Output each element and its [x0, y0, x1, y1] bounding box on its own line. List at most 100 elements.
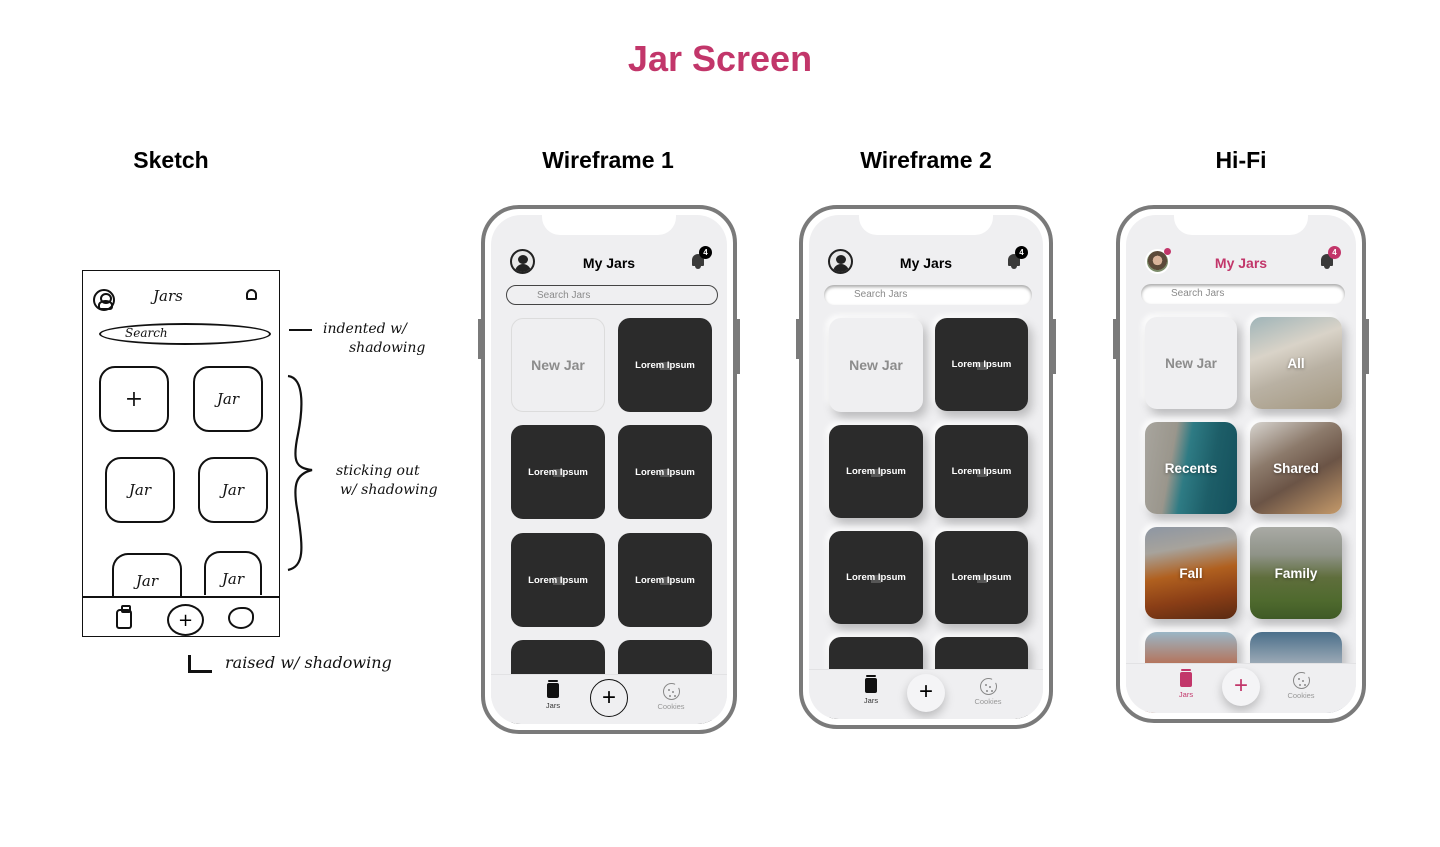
jar-card[interactable]: Lorem Ipsum: [511, 425, 605, 519]
column-title-wireframe-1: Wireframe 1: [542, 147, 674, 173]
jar-card-recents[interactable]: Recents: [1145, 422, 1237, 514]
header: My Jars 4: [1126, 246, 1356, 277]
jar-label: Shared: [1273, 460, 1319, 476]
jar-label: Family: [1274, 565, 1318, 581]
jar-card-all[interactable]: All: [1250, 317, 1342, 409]
sketch-annotation-line: [188, 655, 212, 673]
column-title-sketch: Sketch: [133, 147, 209, 173]
tab-label: Jars: [545, 701, 561, 710]
jar-icon: [547, 680, 559, 698]
jar-card[interactable]: Lorem Ipsum: [935, 531, 1028, 624]
jar-card[interactable]: Lorem Ipsum: [829, 425, 923, 518]
jar-card[interactable]: Lorem Ipsum: [829, 531, 923, 624]
jar-label: Lorem Ipsum: [951, 359, 1012, 370]
jar-label: Recents: [1164, 460, 1218, 476]
header: My Jars 4: [809, 246, 1043, 277]
column-title-hifi: Hi-Fi: [1215, 147, 1267, 173]
sketch-tabbar-divider: [83, 596, 279, 598]
sketch-avatar-icon: [93, 289, 115, 311]
tab-bar: Jars + Cookies: [491, 674, 727, 724]
notification-badge: 4: [1328, 246, 1341, 259]
notch: [859, 215, 993, 235]
sketch-jar-card: Jar: [105, 457, 175, 523]
side-button: [796, 319, 799, 359]
sketch-phone: Jars Search + Jar Jar Jar Jar Jar +: [82, 270, 280, 637]
jar-label: Lorem Ipsum: [635, 359, 695, 371]
tab-label: Cookies: [974, 697, 1002, 706]
search-input[interactable]: Search Jars: [1141, 284, 1345, 304]
jar-label: Fall: [1179, 565, 1203, 581]
tab-bar: Jars + Cookies: [809, 669, 1043, 719]
sketch-brace-icon: [287, 374, 313, 572]
add-jar-button[interactable]: +: [907, 674, 945, 712]
search-input[interactable]: Search Jars: [824, 285, 1032, 305]
sketch-new-jar-card: +: [99, 366, 169, 432]
jar-label: Lorem Ipsum: [846, 466, 906, 477]
side-button: [1113, 319, 1116, 359]
sketch-note-cards: sticking out w/ shadowing: [336, 462, 438, 500]
jar-card[interactable]: Lorem Ipsum: [618, 318, 712, 412]
notch: [542, 215, 676, 235]
sketch-jar-card: Jar: [204, 551, 262, 595]
tab-jars[interactable]: Jars: [533, 680, 573, 710]
sketch-note-line: sticking out: [336, 463, 420, 479]
jar-card[interactable]: Lorem Ipsum: [935, 425, 1028, 518]
jar-card-fall[interactable]: Fall: [1145, 527, 1237, 619]
side-button: [478, 319, 481, 359]
sketch-jar-icon: [116, 605, 132, 629]
tab-jars[interactable]: Jars: [1166, 669, 1206, 699]
sketch-cookie-icon: [228, 607, 254, 629]
sketch-bell-icon: [246, 289, 257, 300]
side-button: [1053, 319, 1056, 374]
sketch-note-line: indented w/: [323, 321, 407, 337]
tab-label: Cookies: [1287, 691, 1315, 700]
add-jar-button[interactable]: +: [1222, 668, 1260, 706]
jar-card[interactable]: Lorem Ipsum: [935, 318, 1028, 411]
jar-card-shared[interactable]: Shared: [1250, 422, 1342, 514]
sketch-header-title: Jars: [153, 287, 183, 305]
sketch-note-search: indented w/ shadowing: [323, 320, 425, 358]
new-jar-label: New Jar: [849, 357, 903, 373]
side-button: [737, 319, 740, 374]
screen: My Jars 4 Search Jars New Jar Lorem Ipsu…: [809, 215, 1043, 719]
add-jar-button[interactable]: +: [590, 679, 628, 717]
new-jar-card[interactable]: New Jar: [511, 318, 605, 412]
screen: My Jars 4 Search Jars New Jar Lorem Ipsu…: [491, 215, 727, 724]
notification-badge: 4: [699, 246, 712, 259]
side-button: [1366, 319, 1369, 374]
new-jar-label: New Jar: [531, 357, 585, 373]
new-jar-label: New Jar: [1165, 355, 1217, 371]
status-dot: [1164, 248, 1171, 255]
column-title-wireframe-2: Wireframe 2: [860, 147, 992, 173]
jar-card[interactable]: Lorem Ipsum: [618, 533, 712, 627]
sketch-note-nav: raised w/ shadowing: [225, 653, 392, 672]
new-jar-card[interactable]: New Jar: [829, 318, 923, 412]
page-title: Jar Screen: [627, 38, 813, 79]
tab-cookies[interactable]: Cookies: [968, 677, 1008, 706]
jar-card[interactable]: Lorem Ipsum: [618, 425, 712, 519]
jar-label: Lorem Ipsum: [528, 574, 588, 586]
tab-cookies[interactable]: Cookies: [1281, 671, 1321, 700]
tab-jars[interactable]: Jars: [851, 675, 891, 705]
jar-label: Lorem Ipsum: [635, 466, 695, 478]
jar-card[interactable]: Lorem Ipsum: [511, 533, 605, 627]
jar-card-family[interactable]: Family: [1250, 527, 1342, 619]
jar-label: Lorem Ipsum: [846, 572, 906, 583]
tab-bar: Jars + Cookies: [1126, 663, 1356, 713]
hifi-phone: My Jars 4 Search Jars New Jar All Recent…: [1113, 205, 1369, 723]
header: My Jars 4: [491, 246, 727, 277]
new-jar-card[interactable]: New Jar: [1145, 317, 1237, 409]
search-input[interactable]: Search Jars: [506, 285, 718, 305]
cookie-icon: [662, 682, 681, 700]
wireframe-1-phone: My Jars 4 Search Jars New Jar Lorem Ipsu…: [478, 205, 740, 734]
tab-label: Jars: [863, 696, 879, 705]
jar-icon: [1180, 669, 1192, 687]
tab-cookies[interactable]: Cookies: [651, 682, 691, 711]
sketch-jar-card: Jar: [112, 553, 182, 597]
sketch-search-label: Search: [125, 326, 168, 340]
tab-label: Cookies: [657, 702, 685, 711]
sketch-note-line: shadowing: [349, 340, 426, 356]
tab-label: Jars: [1178, 690, 1194, 699]
jar-label: Lorem Ipsum: [951, 572, 1012, 583]
sketch-search-bar: Search: [99, 323, 271, 345]
